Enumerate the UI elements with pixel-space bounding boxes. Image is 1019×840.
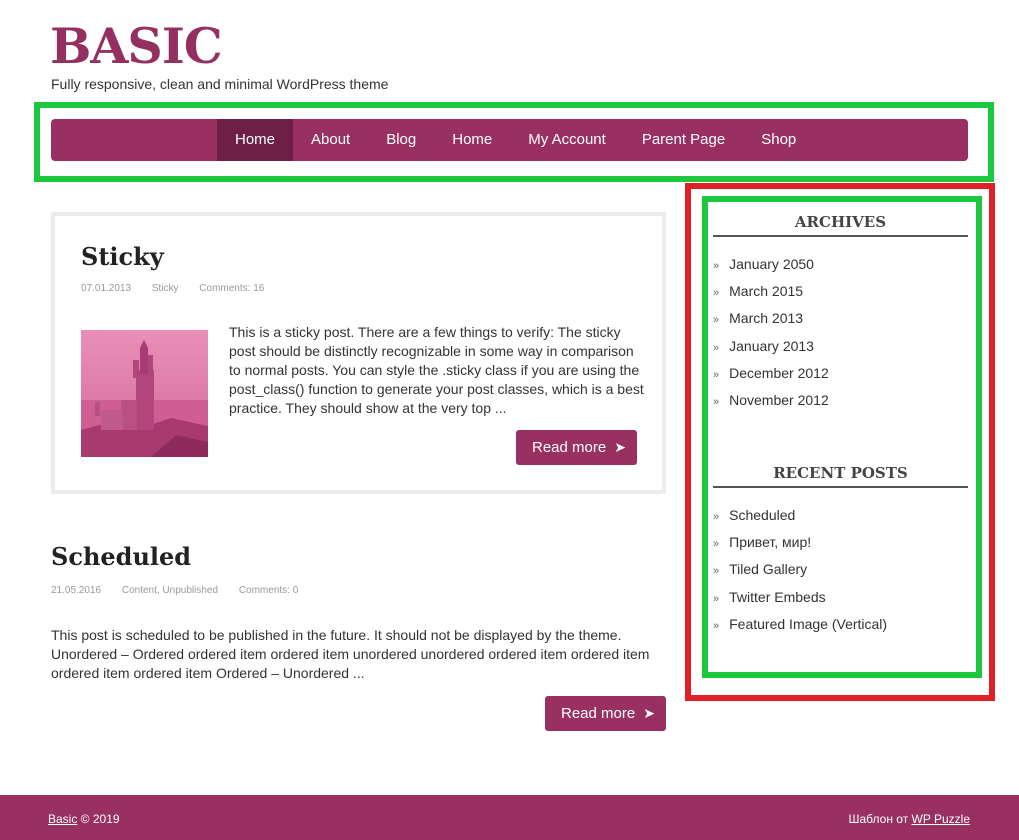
- arrow-right-icon: ➤: [614, 439, 626, 455]
- recent-post-label: Twitter Embeds: [729, 588, 826, 605]
- recent-post-label: Привет, мир!: [729, 534, 812, 551]
- main-navigation: Home About Blog Home My Account Parent P…: [51, 119, 968, 161]
- footer-credit: Шаблон от WP Puzzle: [849, 812, 971, 826]
- archive-item[interactable]: » March 2013: [713, 309, 829, 336]
- nav-item-shop[interactable]: Shop: [743, 119, 814, 161]
- archives-widget-title: ARCHIVES: [713, 213, 968, 237]
- read-more-label: Read more: [561, 705, 636, 722]
- nav-item-my-account[interactable]: My Account: [510, 119, 624, 161]
- recent-post-item[interactable]: » Tiled Gallery: [713, 560, 887, 587]
- read-more-button[interactable]: Read more ➤: [516, 430, 637, 465]
- nav-item-parent-page[interactable]: Parent Page: [624, 119, 743, 161]
- archive-item-label: November 2012: [729, 391, 829, 408]
- post-scheduled: Scheduled 21.05.2016 Content, Unpublishe…: [51, 540, 666, 740]
- bullet-icon: »: [713, 538, 720, 551]
- post-meta: 21.05.2016 Content, Unpublished Comments…: [51, 585, 316, 596]
- footer-credit-text: Шаблон от: [848, 812, 912, 826]
- archive-item[interactable]: » November 2012: [713, 391, 829, 418]
- post-thumbnail-castle[interactable]: [81, 330, 208, 457]
- archive-item-label: January 2013: [729, 337, 814, 354]
- post-comments[interactable]: Comments: 0: [239, 585, 298, 596]
- post-sticky: Sticky 07.01.2013 Sticky Comments: 16 Th…: [51, 212, 666, 494]
- read-more-label: Read more: [532, 439, 607, 456]
- arrow-right-icon: ➤: [643, 705, 655, 721]
- archive-item-label: December 2012: [729, 364, 829, 381]
- post-category[interactable]: Sticky: [152, 283, 179, 294]
- archive-item-label: January 2050: [729, 256, 814, 272]
- bullet-icon: »: [713, 314, 720, 327]
- bullet-icon: »: [713, 565, 720, 578]
- bullet-icon: »: [713, 395, 720, 408]
- nav-item-blog[interactable]: Blog: [368, 119, 434, 161]
- footer-copyright: Basic © 2019: [48, 812, 120, 826]
- recent-post-label: Featured Image (Vertical): [729, 615, 888, 632]
- post-meta: 07.01.2013 Sticky Comments: 16: [81, 283, 282, 294]
- archive-item[interactable]: » January 2050: [713, 255, 829, 282]
- recent-post-item[interactable]: » Featured Image (Vertical): [713, 615, 887, 642]
- read-more-button[interactable]: Read more ➤: [545, 696, 666, 731]
- bullet-icon: »: [713, 260, 720, 272]
- post-excerpt: This post is scheduled to be published i…: [51, 627, 650, 681]
- recent-post-label: Tiled Gallery: [729, 561, 808, 578]
- site-description: Fully responsive, clean and minimal Word…: [51, 76, 389, 92]
- recent-posts-list: » Scheduled » Привет, мир! » Tiled Gallery …: [713, 506, 887, 642]
- recent-posts-widget-title: RECENT POSTS: [713, 464, 968, 488]
- post-title[interactable]: Sticky: [81, 242, 164, 271]
- nav-item-home[interactable]: Home: [217, 119, 294, 161]
- archive-item[interactable]: » March 2015: [713, 282, 829, 309]
- archive-item-label: March 2013: [729, 310, 804, 327]
- recent-post-label: Scheduled: [729, 507, 796, 523]
- bullet-icon: »: [713, 592, 720, 605]
- bullet-icon: »: [713, 368, 720, 381]
- archive-item[interactable]: » December 2012: [713, 364, 829, 391]
- footer-site-link[interactable]: Basic: [48, 812, 77, 826]
- archives-list: » January 2050 » March 2015 » March 2013 » J…: [713, 255, 829, 418]
- site-footer: Basic © 2019 Шаблон от WP Puzzle: [0, 795, 1019, 840]
- bullet-icon: »: [713, 341, 720, 354]
- post-excerpt: This is a sticky post. There are a few t…: [229, 324, 644, 416]
- recent-post-item[interactable]: » Привет, мир!: [713, 533, 887, 560]
- bullet-icon: »: [713, 511, 720, 523]
- footer-copyright-text: © 2019: [77, 812, 120, 826]
- post-date: 07.01.2013: [81, 283, 132, 294]
- recent-post-item[interactable]: » Twitter Embeds: [713, 588, 887, 615]
- bullet-icon: »: [713, 287, 720, 300]
- recent-post-item[interactable]: » Scheduled: [713, 506, 887, 533]
- archive-item[interactable]: » January 2013: [713, 337, 829, 364]
- post-date: 21.05.2016: [51, 585, 102, 596]
- post-category[interactable]: Content, Unpublished: [122, 585, 218, 596]
- archive-item-label: March 2015: [729, 283, 804, 300]
- post-comments[interactable]: Comments: 16: [199, 283, 264, 294]
- nav-item-about[interactable]: About: [293, 119, 368, 161]
- site-title[interactable]: BASIC: [50, 16, 223, 76]
- footer-credit-link[interactable]: WP Puzzle: [912, 812, 970, 826]
- bullet-icon: »: [713, 619, 720, 632]
- post-title[interactable]: Scheduled: [51, 542, 191, 571]
- nav-item-home-2[interactable]: Home: [434, 119, 510, 161]
